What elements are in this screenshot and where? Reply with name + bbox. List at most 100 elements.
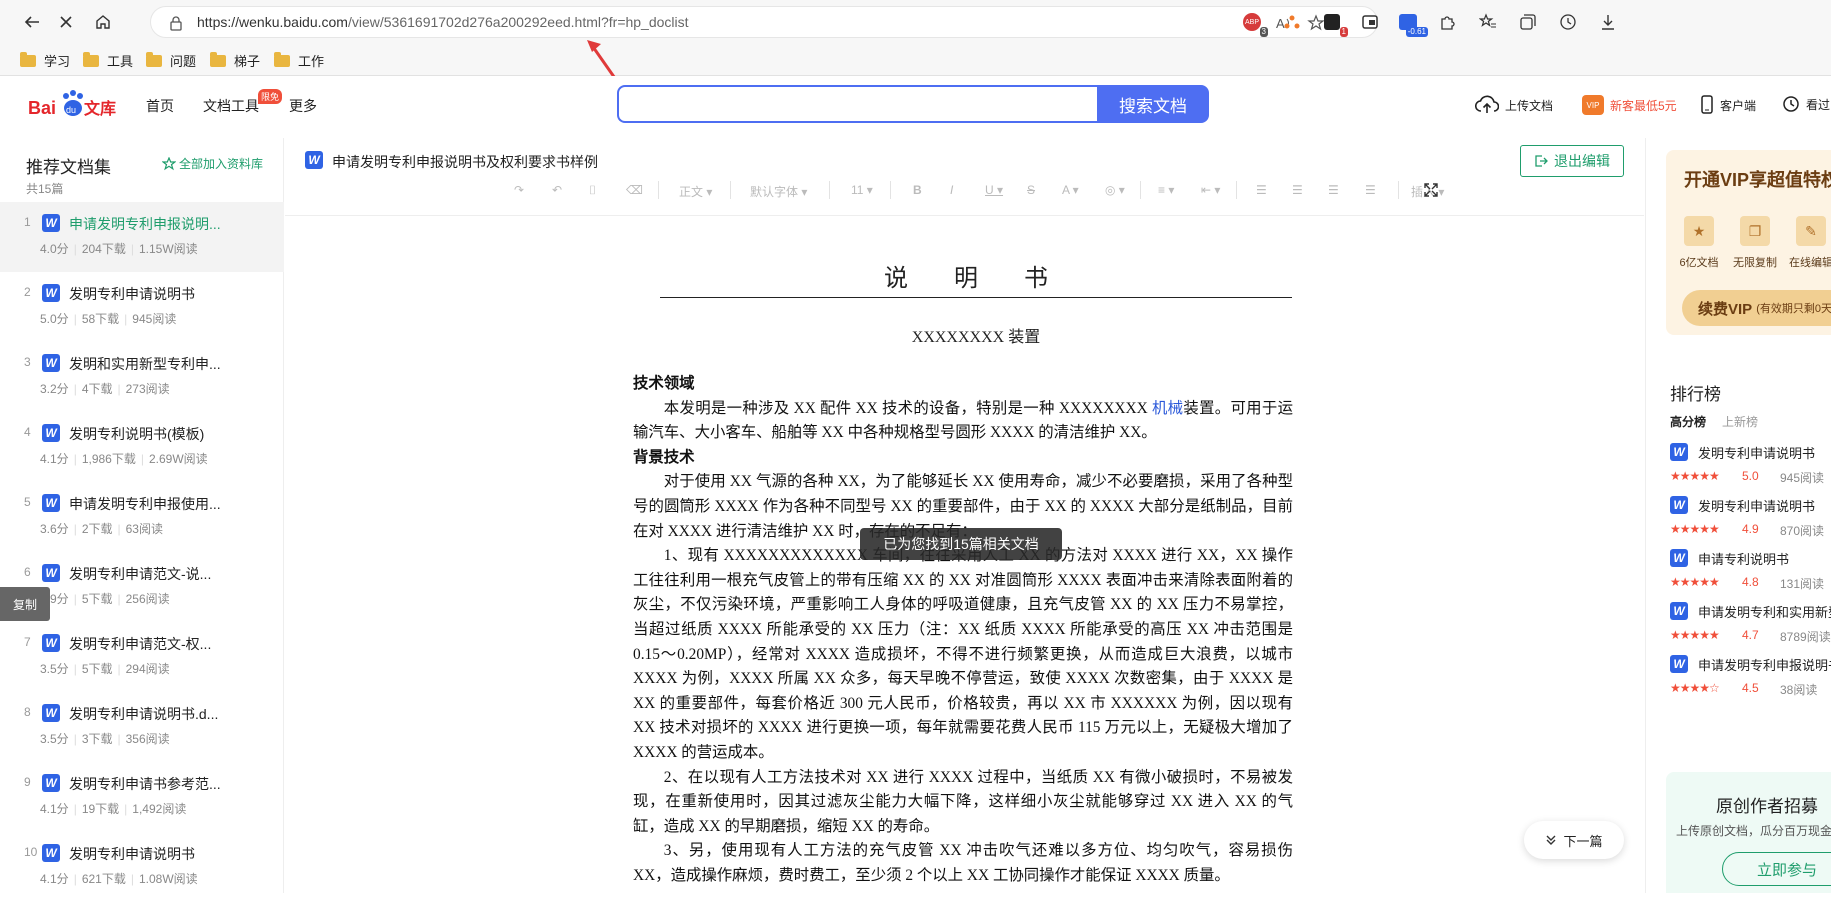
downloads-button[interactable] [1596,10,1620,34]
adblock-extension-button[interactable]: ABP 3 [1240,10,1268,37]
ranking-item[interactable]: W 发明专利申请说明书 ★★★★★ 5.0 945阅读 [1670,441,1831,501]
nav-doc-tools[interactable]: 文档工具 [203,96,259,116]
stop-loading-button[interactable] [52,8,80,36]
extensions-button[interactable] [1436,10,1460,34]
history-link[interactable]: 看过 [1782,95,1830,113]
italic-icon[interactable]: I [950,183,953,197]
client-button[interactable]: 客户端 [1700,95,1756,115]
tab-new[interactable]: 上新榜 [1722,413,1758,430]
home-button[interactable] [89,8,117,36]
baidu-wenku-logo[interactable]: Bai du 文库 [28,88,120,124]
meta-separator: | [73,452,77,466]
keyword-link[interactable]: 机械 [1152,400,1183,417]
highlight-icon[interactable]: ◎ ▾ [1105,183,1125,197]
star-rating-icon: ★★★★☆ [1670,681,1720,695]
translate-extension-button[interactable]: -0.61 [1396,10,1428,37]
network-extension-button[interactable] [1280,10,1304,34]
meta-separator: | [117,732,121,746]
promo-button[interactable]: VIP 新客最低5元 [1582,95,1677,115]
ranking-item[interactable]: W 申请专利说明书 ★★★★★ 4.8 131阅读 [1670,547,1831,607]
favorites-button[interactable] [1476,10,1500,34]
back-arrow-icon [24,16,39,28]
ranking-score: 5.0 [1742,469,1759,483]
list-item[interactable]: 9 W 发明专利申请书参考范... 4.1分 | 19下载 | 1,492阅读 [0,762,284,832]
vip-card[interactable]: 开通VIP享超值特权 ★ 6亿文档 ❐ 无限复制 ✎ 在线编辑 续费VIP (有效期只剩… [1666,150,1831,335]
ranking-item-title: 申请专利说明书 [1698,552,1790,567]
list-item[interactable]: 4 W 发明专利说明书(模板) 4.1分 | 1,986下载 | 2.69W阅读 [0,412,284,482]
tab-high-score[interactable]: 高分榜 [1670,413,1706,430]
search-input[interactable] [617,85,1099,123]
list-item[interactable]: 2 W 发明专利申请说明书 5.0分 | 58下载 | 945阅读 [0,272,284,342]
upload-button[interactable]: 上传文档 [1475,95,1553,115]
list-item[interactable]: 7 W 发明专利申请范文-权... 3.5分 | 5下载 | 294阅读 [0,622,284,692]
item-meta: 4.1分 | 621下载 | 1.08W阅读 [40,870,198,887]
list-item[interactable]: 5 W 申请发明专利申报使用... 3.6分 | 2下载 | 63阅读 [0,482,284,552]
copy-extension-button[interactable]: 1 [1320,10,1348,37]
list-item[interactable]: 3 W 发明和实用新型专利申... 3.2分 | 4下载 | 273阅读 [0,342,284,412]
list-item[interactable]: 10 W 发明专利申请说明书 4.1分 | 621下载 | 1.08W阅读 [0,832,284,902]
next-doc-button[interactable]: 下一篇 [1524,821,1624,859]
bookmark-folder[interactable]: 学习 [20,51,70,70]
item-number: 10 [24,845,38,859]
extension-badge: -0.61 [1405,27,1428,37]
bookmark-folder[interactable]: 工具 [83,51,133,70]
eraser-icon[interactable]: ⌫ [626,183,643,197]
indent-icon[interactable]: ⇤ ▾ [1201,183,1220,197]
ranking-item[interactable]: W 申请发明专利申报说明书 ★★★★☆ 4.5 38阅读 [1670,653,1831,713]
bold-icon[interactable]: B [913,183,922,197]
item-number: 8 [24,705,31,719]
nav-home[interactable]: 首页 [146,96,174,116]
ranking-item-title: 发明专利申请说明书 [1698,446,1816,461]
copy-button[interactable]: 复制 [0,587,50,621]
ranking-item[interactable]: W 申请发明专利和实用新型 ★★★★★ 4.7 8789阅读 [1670,600,1831,660]
list-item[interactable]: 8 W 发明专利申请说明书.d... 3.5分 | 3下载 | 356阅读 [0,692,284,762]
decrease-indent-icon[interactable]: ☰ [1328,183,1339,197]
address-bar[interactable]: https://wenku.baidu.com/view/5361691702d… [150,6,1378,38]
list-item[interactable]: 1 W 申请发明专利申报说明... 4.0分 | 204下载 | 1.15W阅读 [0,202,284,272]
collections-button[interactable] [1516,10,1540,34]
font-color-icon[interactable]: A ▾ [1062,183,1079,197]
item-number: 4 [24,425,31,439]
bookmark-folder[interactable]: 工作 [274,51,324,70]
nav-more[interactable]: 更多 [289,96,317,116]
doc-body[interactable]: 技术领域 本发明是一种涉及 XX 配件 XX 技术的设备，特别是一种 XXXXX… [633,372,1293,888]
search-button[interactable]: 搜索文档 [1097,85,1209,123]
strikethrough-icon[interactable]: S [1027,183,1035,197]
item-downloads: 58下载 [81,312,120,326]
align-icon[interactable]: ≡ ▾ [1158,183,1174,197]
increase-indent-icon[interactable]: ☰ [1365,183,1376,197]
item-title: 发明和实用新型专利申... [69,356,221,372]
back-button[interactable] [18,8,46,36]
bullet-list-icon[interactable]: ☰ [1292,183,1303,197]
doc-paragraph: 2、在以现有人工方法技术对 XX 进行 XXXX 过程中，当纸质 XX 有微小破… [633,768,1293,835]
redo-icon[interactable]: ↷ [514,183,524,197]
doc-heading: 说 明 书 [660,258,1292,298]
history-button[interactable] [1556,10,1580,34]
fullscreen-icon[interactable] [1423,182,1439,198]
ranking-item[interactable]: W 发明专利申请说明书 ★★★★★ 4.9 870阅读 [1670,494,1831,554]
download-icon [1602,15,1614,30]
font-size-select[interactable]: 11 ▾ [851,183,873,197]
folder-icon [210,51,226,67]
toolbar-divider [1398,181,1399,199]
extension-badge: 3 [1259,27,1268,37]
join-now-button[interactable]: 立即参与 [1722,852,1831,886]
renew-vip-button[interactable]: 续费VIP (有效期只剩0天) [1682,290,1831,326]
exit-edit-button[interactable]: 退出编辑 [1520,145,1624,177]
ordered-list-icon[interactable]: ☰ [1256,183,1267,197]
item-score: 4.1分 [40,802,69,816]
bookmark-folder[interactable]: 问题 [146,51,196,70]
bookmark-folder[interactable]: 梯子 [210,51,260,70]
underline-icon[interactable]: U ▾ [985,183,1003,197]
format-painter-icon[interactable]: ⌷ [589,183,596,198]
doc-star-icon: ★ [1684,216,1714,246]
item-downloads: 3下载 [81,732,113,746]
renew-note: (有效期只剩0天) [1756,303,1831,315]
undo-icon[interactable]: ↶ [552,183,562,197]
paragraph-style-select[interactable]: 正文 ▾ [679,183,712,200]
item-downloads: 1,986下载 [81,452,136,466]
add-all-button[interactable]: 全部加入资料库 [162,155,263,172]
font-family-select[interactable]: 默认字体 ▾ [750,183,807,200]
home-icon [96,15,110,29]
window-extension-button[interactable] [1358,10,1382,34]
